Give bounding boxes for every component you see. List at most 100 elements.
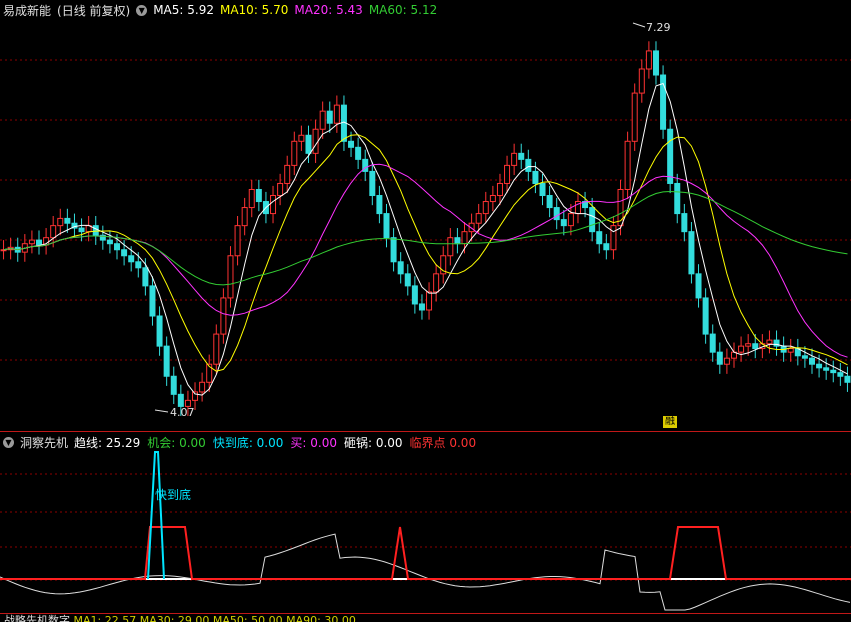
critical-point-line bbox=[0, 526, 851, 580]
high-marker bbox=[632, 22, 646, 28]
candle-body bbox=[667, 128, 674, 184]
low-price-label: 4.07 bbox=[170, 406, 195, 419]
candle-body bbox=[489, 195, 496, 203]
kline-chart[interactable] bbox=[0, 0, 851, 431]
candle-body bbox=[376, 195, 383, 215]
candle-body bbox=[603, 243, 610, 251]
candle-body bbox=[645, 50, 652, 70]
ma-indicator-0: MA5: 5.92 bbox=[153, 3, 214, 17]
candle-body bbox=[525, 158, 532, 172]
candle-body bbox=[355, 146, 362, 160]
candle-body bbox=[50, 225, 57, 239]
candle-body bbox=[482, 201, 489, 215]
indicator-value-0: 趋线: 25.29 bbox=[74, 435, 141, 450]
ma-indicator-2: MA20: 5.43 bbox=[294, 3, 363, 17]
candle-body bbox=[823, 367, 830, 371]
candle-body bbox=[511, 152, 518, 166]
candle-body bbox=[589, 207, 596, 233]
candle-body bbox=[624, 140, 631, 190]
candle-body bbox=[312, 128, 319, 154]
indicator-value-1: 机会: 0.00 bbox=[147, 435, 206, 450]
candle-body bbox=[631, 92, 638, 142]
indicator-value-list: 趋线: 25.29 机会: 0.00 快到底: 0.00 买: 0.00 砸锅: 0.0… bbox=[74, 434, 476, 451]
candle-body bbox=[199, 381, 206, 393]
chevron-down-icon[interactable]: ▼ bbox=[136, 4, 148, 16]
indicator-panel[interactable]: ▼ 洞察先机 趋线: 25.29 机会: 0.00 快到底: 0.00 买: 0.00… bbox=[0, 432, 851, 613]
candle-body bbox=[333, 104, 340, 124]
candle-body bbox=[149, 285, 156, 317]
candle-body bbox=[610, 225, 617, 251]
candle-body bbox=[220, 297, 227, 335]
candle-body bbox=[284, 164, 291, 184]
candle-body bbox=[326, 110, 333, 124]
candle-body bbox=[390, 237, 397, 263]
candle-body bbox=[461, 231, 468, 245]
bottom-signal-label: 快到底 bbox=[155, 488, 192, 502]
candle-body bbox=[291, 140, 298, 166]
kline-panel[interactable]: 易成新能 (日线 前复权) ▼ MA5: 5.92 MA10: 5.70 MA20:… bbox=[0, 0, 851, 431]
candle-body bbox=[553, 207, 560, 221]
trend-line bbox=[0, 533, 851, 611]
candle-body bbox=[496, 182, 503, 197]
ma-indicator-list: MA5: 5.92 MA10: 5.70 MA20: 5.43 MA60: 5.12 bbox=[153, 3, 437, 17]
candle-body bbox=[383, 213, 390, 239]
candle-body bbox=[227, 255, 234, 299]
kline-title-bar: 易成新能 (日线 前复权) ▼ MA5: 5.92 MA10: 5.70 MA20:… bbox=[0, 0, 437, 20]
candle-body bbox=[92, 225, 99, 236]
chevron-down-icon[interactable]: ▼ bbox=[3, 436, 14, 448]
candle-body bbox=[404, 273, 411, 287]
candle-body bbox=[830, 369, 837, 374]
candle-body bbox=[837, 372, 844, 377]
candle-body bbox=[716, 351, 723, 365]
low-marker bbox=[154, 409, 169, 413]
indicator-value-4: 砸锅: 0.00 bbox=[343, 435, 403, 450]
candle-body bbox=[426, 291, 433, 311]
indicator-title-bar: ▼ 洞察先机 趋线: 25.29 机会: 0.00 快到底: 0.00 买: 0.00… bbox=[0, 432, 476, 452]
candle-body bbox=[177, 393, 184, 407]
candle-body bbox=[234, 225, 241, 257]
candle-body bbox=[170, 375, 177, 395]
candle-body bbox=[652, 50, 659, 76]
candle-body bbox=[241, 207, 248, 227]
indicator-value-2: 快到底: 0.00 bbox=[212, 435, 284, 450]
candle-body bbox=[348, 140, 355, 148]
candle-body bbox=[674, 182, 681, 215]
candle-body bbox=[738, 345, 745, 353]
candle-body bbox=[723, 357, 730, 365]
candle-body bbox=[142, 267, 149, 287]
indicator-value-5: 临界点 0.00 bbox=[409, 435, 477, 450]
high-price-label: 7.29 bbox=[646, 21, 671, 34]
ma-line-10 bbox=[3, 134, 848, 372]
ma-indicator-1: MA10: 5.70 bbox=[219, 3, 289, 17]
candle-body bbox=[213, 333, 220, 365]
candle-body bbox=[36, 239, 43, 246]
indicator-name: 洞察先机 bbox=[20, 435, 69, 450]
candle-body bbox=[695, 273, 702, 299]
candle-body bbox=[369, 170, 376, 197]
candle-body bbox=[808, 357, 815, 365]
candle-body bbox=[319, 110, 326, 130]
candle-body bbox=[433, 273, 440, 293]
candle-body bbox=[745, 343, 752, 347]
indicator-chart[interactable] bbox=[0, 432, 851, 613]
candle-body bbox=[702, 297, 709, 335]
candle-body bbox=[411, 285, 418, 305]
candle-body bbox=[504, 164, 511, 184]
ma-indicator-3: MA60: 5.12 bbox=[368, 3, 438, 17]
candle-body bbox=[78, 227, 85, 233]
candle-body bbox=[539, 182, 546, 197]
candle-body bbox=[638, 68, 645, 94]
candle-body bbox=[28, 239, 35, 245]
candle-body bbox=[560, 219, 567, 227]
candle-body bbox=[447, 237, 454, 257]
candle-body bbox=[709, 333, 716, 353]
candle-body bbox=[248, 188, 255, 209]
candle-body bbox=[163, 345, 170, 377]
candle-body bbox=[475, 213, 482, 224]
candle-body bbox=[787, 348, 794, 353]
candle-body bbox=[752, 343, 759, 350]
event-tag[interactable]: 融 bbox=[663, 416, 677, 428]
candle-body bbox=[532, 170, 539, 184]
candle-body bbox=[844, 375, 851, 383]
candle-body bbox=[128, 255, 135, 263]
